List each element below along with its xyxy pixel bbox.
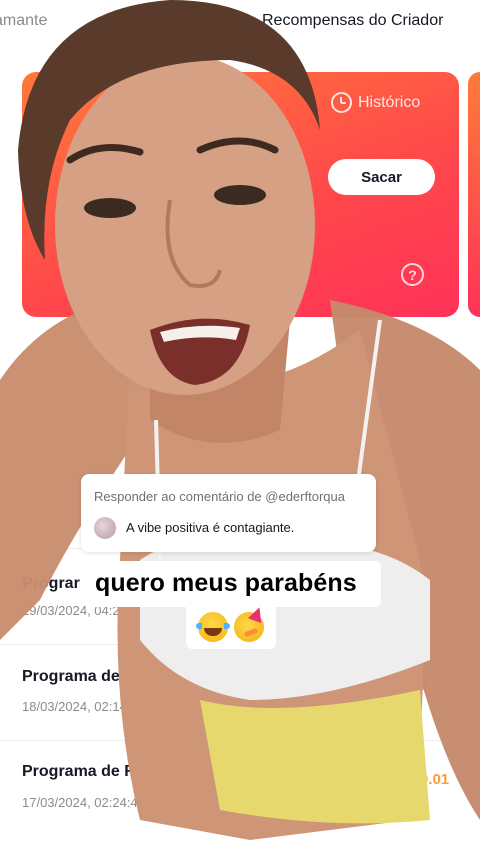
history-label: Histórico (358, 93, 421, 111)
commenter-avatar (94, 517, 116, 539)
withdraw-button[interactable]: Sacar (328, 159, 435, 195)
transaction-title: Prograr (22, 575, 80, 592)
transaction-row[interactable]: Programa de Receita de 18/03/2024, 02:14… (0, 644, 480, 740)
help-icon[interactable]: ? (401, 263, 424, 286)
next-card-peek (468, 72, 480, 317)
reply-comment-text: A vibe positiva é contagiante. (126, 520, 295, 535)
top-tab-bar: amante Recompensas do Criador (0, 0, 480, 44)
tab-diamonds[interactable]: amante (0, 12, 47, 30)
transaction-amount: +R$0. (392, 677, 433, 694)
reply-header: Responder ao comentário de @ederftorqua (94, 489, 345, 504)
history-link[interactable]: Histórico (331, 92, 420, 113)
caption-sticker: quero meus parabéns (83, 561, 381, 607)
clock-icon (331, 92, 352, 113)
transaction-date: 17/03/2024, 02:24:49 (22, 795, 145, 810)
caption-text: quero meus parabéns (95, 569, 357, 597)
laughing-tears-emoji-icon (196, 612, 230, 642)
transaction-amount: +R$0.01 (392, 771, 450, 788)
transaction-title: Programa de Receita de (22, 668, 205, 685)
party-face-emoji-icon (234, 612, 264, 642)
transaction-amount: +R$0 (392, 581, 429, 598)
transaction-row[interactable]: Programa de Receita de Anúncios 17/03/20… (0, 740, 480, 836)
tab-creator-rewards[interactable]: Recompensas do Criador (262, 12, 443, 30)
transaction-title: Programa de Receita de Anúncios (22, 763, 282, 780)
reply-comment-sticker: Responder ao comentário de @ederftorqua … (81, 474, 376, 552)
transaction-date: 18/03/2024, 02:14:29 (22, 699, 145, 714)
caption-emoji-strip (186, 605, 276, 649)
